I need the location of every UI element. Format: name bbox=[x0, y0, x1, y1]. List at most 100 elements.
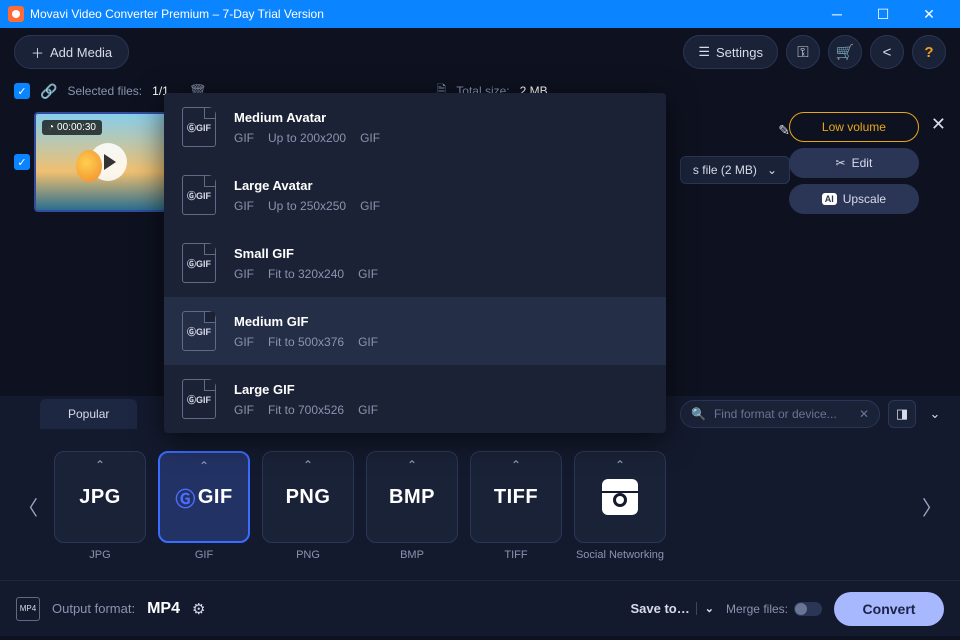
plus-icon: ＋ bbox=[31, 43, 44, 62]
format-search[interactable]: 🔍 Find format or device... ✕ bbox=[680, 400, 880, 428]
video-thumbnail[interactable]: ◔ 00:00:30 bbox=[34, 112, 182, 212]
preset-ext: GIF bbox=[358, 335, 378, 349]
preset-title: Medium Avatar bbox=[234, 110, 380, 125]
preset-dim: Up to 250x250 bbox=[268, 199, 346, 213]
format-tiff[interactable]: ⌃ TIFF bbox=[470, 451, 562, 543]
maximize-button[interactable]: ☐ bbox=[860, 0, 906, 28]
merge-label: Merge files: bbox=[726, 602, 788, 616]
titlebar: Movavi Video Converter Premium – 7-Day T… bbox=[0, 0, 960, 28]
gif-file-icon: ⒼGIF bbox=[182, 107, 216, 147]
remove-item-button[interactable]: ✕ bbox=[931, 112, 946, 135]
save-to-label: Save to… bbox=[631, 601, 690, 616]
preset-title: Medium GIF bbox=[234, 314, 378, 329]
format-label: GIF bbox=[195, 549, 213, 561]
add-media-label: Add Media bbox=[50, 45, 112, 60]
select-all-checkbox[interactable]: ✓ bbox=[14, 83, 30, 99]
share-icon: < bbox=[883, 44, 892, 61]
chevron-down-icon: ⌄ bbox=[767, 163, 777, 177]
output-format-label: Output format: bbox=[52, 601, 135, 616]
format-label: BMP bbox=[400, 549, 424, 561]
merge-files-toggle[interactable]: Merge files: bbox=[726, 602, 822, 616]
mp4-file-icon: MP4 bbox=[16, 597, 40, 621]
collapse-panel-button[interactable]: ⌄ bbox=[924, 400, 946, 428]
format-label: PNG bbox=[296, 549, 320, 561]
preset-codec: GIF bbox=[234, 403, 254, 417]
format-jpg[interactable]: ⌃ JPG bbox=[54, 451, 146, 543]
output-preview-button[interactable]: ◨ bbox=[888, 400, 916, 428]
preset-ext: GIF bbox=[360, 131, 380, 145]
add-media-button[interactable]: ＋ Add Media bbox=[14, 35, 129, 69]
main-toolbar: ＋ Add Media ☰ Settings ⚿ 🛒 < ? bbox=[0, 28, 960, 76]
key-button[interactable]: ⚿ bbox=[786, 35, 820, 69]
cart-button[interactable]: 🛒 bbox=[828, 35, 862, 69]
preset-large-avatar[interactable]: ⒼGIF Large Avatar GIF Up to 250x250 GIF bbox=[164, 161, 666, 229]
save-to-button[interactable]: Save to… ⌄ bbox=[631, 601, 714, 616]
format-label: TIFF bbox=[504, 549, 527, 561]
format-logo: JPG bbox=[79, 486, 121, 509]
preset-ext: GIF bbox=[360, 199, 380, 213]
search-icon: 🔍 bbox=[691, 407, 706, 421]
close-button[interactable]: ✕ bbox=[906, 0, 952, 28]
gif-file-icon: ⒼGIF bbox=[182, 243, 216, 283]
preset-medium-avatar[interactable]: ⒼGIF Medium Avatar GIF Up to 200x200 GIF bbox=[164, 93, 666, 161]
popular-tab[interactable]: Popular bbox=[40, 399, 137, 429]
low-volume-button[interactable]: Low volume bbox=[789, 112, 919, 142]
format-png[interactable]: ⌃ PNG bbox=[262, 451, 354, 543]
chevron-up-icon: ⌃ bbox=[199, 459, 209, 473]
cart-icon: 🛒 bbox=[836, 43, 855, 61]
settings-label: Settings bbox=[716, 45, 763, 60]
upscale-button[interactable]: AI Upscale bbox=[789, 184, 919, 214]
scissors-icon: ✂ bbox=[836, 156, 846, 170]
preset-dim: Fit to 320x240 bbox=[268, 267, 344, 281]
output-size-text: s file (2 MB) bbox=[693, 163, 757, 177]
format-gif[interactable]: ⌃ ⒼGIF bbox=[158, 451, 250, 543]
clock-icon: ◔ bbox=[48, 122, 54, 133]
format-label: JPG bbox=[89, 549, 110, 561]
preset-large-gif[interactable]: ⒼGIF Large GIF GIF Fit to 700x526 GIF bbox=[164, 365, 666, 433]
preset-title: Small GIF bbox=[234, 246, 378, 261]
search-placeholder: Find format or device... bbox=[714, 407, 851, 421]
output-format-value: MP4 bbox=[147, 600, 180, 618]
tab-label: Popular bbox=[68, 407, 109, 421]
gif-preset-dropdown: ⒼGIF Medium Avatar GIF Up to 200x200 GIF… bbox=[164, 93, 666, 433]
chevron-up-icon: ⌃ bbox=[511, 458, 521, 472]
camera-icon bbox=[602, 479, 638, 515]
low-volume-label: Low volume bbox=[822, 120, 886, 134]
preset-codec: GIF bbox=[234, 267, 254, 281]
toggle-switch[interactable] bbox=[794, 602, 822, 616]
duration-text: 00:00:30 bbox=[57, 122, 96, 133]
preset-title: Large Avatar bbox=[234, 178, 380, 193]
ai-icon: AI bbox=[822, 193, 837, 205]
item-checkbox[interactable]: ✓ bbox=[14, 154, 30, 170]
prev-formats-button[interactable]: 〈 bbox=[14, 461, 42, 551]
window-title: Movavi Video Converter Premium – 7-Day T… bbox=[30, 7, 814, 21]
sliders-icon: ☰ bbox=[698, 44, 710, 60]
gif-file-icon: ⒼGIF bbox=[182, 311, 216, 351]
app-icon bbox=[8, 6, 24, 22]
chevron-down-icon[interactable]: ⌄ bbox=[696, 602, 714, 615]
format-social[interactable]: ⌃ bbox=[574, 451, 666, 543]
format-logo: BMP bbox=[389, 486, 435, 509]
preset-dim: Up to 200x200 bbox=[268, 131, 346, 145]
next-formats-button[interactable]: 〉 bbox=[918, 461, 946, 551]
selected-label: Selected files: bbox=[67, 84, 142, 98]
help-button[interactable]: ? bbox=[912, 35, 946, 69]
preset-codec: GIF bbox=[234, 131, 254, 145]
preset-dim: Fit to 500x376 bbox=[268, 335, 344, 349]
share-button[interactable]: < bbox=[870, 35, 904, 69]
minimize-button[interactable]: ─ bbox=[814, 0, 860, 28]
edit-button[interactable]: ✂ Edit bbox=[789, 148, 919, 178]
preset-codec: GIF bbox=[234, 199, 254, 213]
clear-search-icon[interactable]: ✕ bbox=[859, 407, 869, 421]
convert-label: Convert bbox=[863, 601, 916, 617]
convert-button[interactable]: Convert bbox=[834, 592, 944, 626]
settings-button[interactable]: ☰ Settings bbox=[683, 35, 778, 69]
bottom-bar: MP4 Output format: MP4 ⚙ Save to… ⌄ Merg… bbox=[0, 580, 960, 636]
preset-small-gif[interactable]: ⒼGIF Small GIF GIF Fit to 320x240 GIF bbox=[164, 229, 666, 297]
output-settings-button[interactable]: ⚙ bbox=[192, 600, 205, 618]
output-size-dropdown[interactable]: s file (2 MB) ⌄ bbox=[680, 156, 790, 184]
preset-ext: GIF bbox=[358, 403, 378, 417]
format-bmp[interactable]: ⌃ BMP bbox=[366, 451, 458, 543]
preset-codec: GIF bbox=[234, 335, 254, 349]
preset-medium-gif[interactable]: ⒼGIF Medium GIF GIF Fit to 500x376 GIF bbox=[164, 297, 666, 365]
